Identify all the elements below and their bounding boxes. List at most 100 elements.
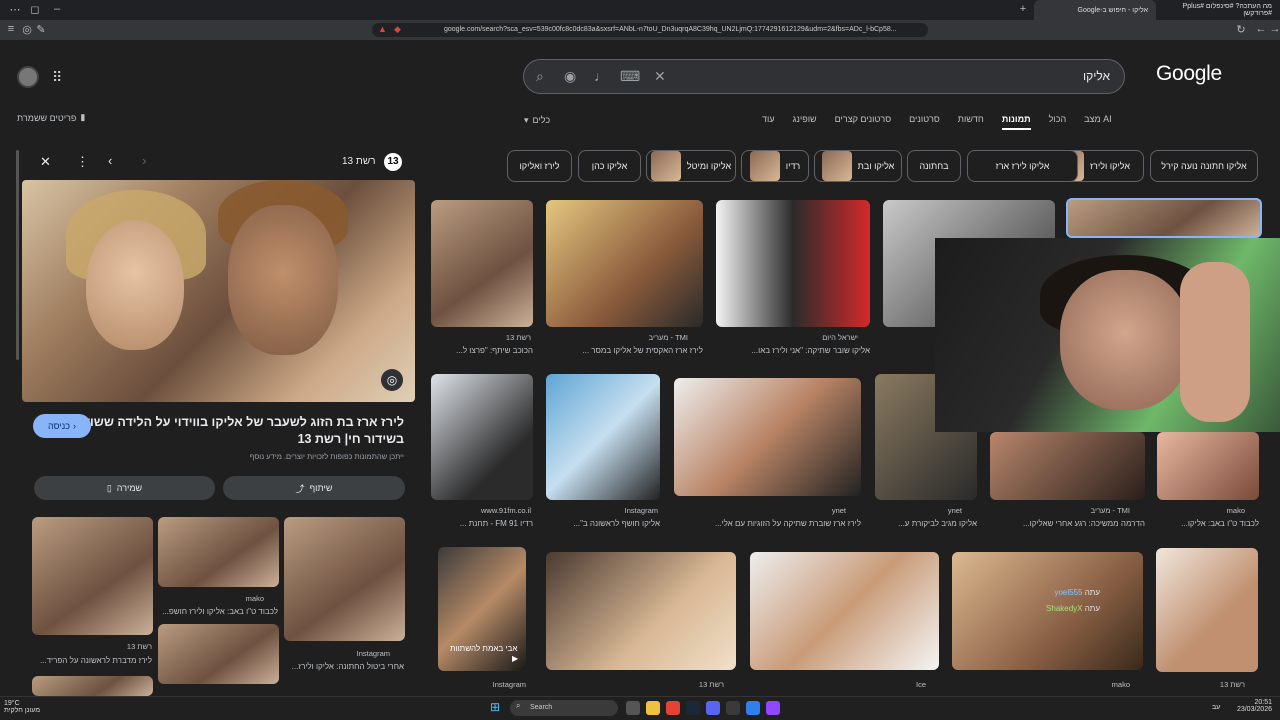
related-image[interactable]	[32, 517, 153, 635]
chip-suggestion[interactable]: אליקו חתונה נועה קירל	[1150, 150, 1258, 182]
google-logo[interactable]: Google	[1156, 62, 1222, 86]
result-image[interactable]	[431, 374, 533, 500]
chevron-left-icon[interactable]: ‹	[108, 153, 112, 168]
chip-suggestion[interactable]: בחתונה	[907, 150, 961, 182]
chip-suggestion[interactable]: לירז ואליקו	[507, 150, 572, 182]
tab-news[interactable]: חדשות	[958, 114, 984, 130]
discord-icon[interactable]	[706, 701, 720, 715]
lens-icon[interactable]: ◉	[564, 68, 576, 85]
related-image[interactable]	[158, 517, 279, 587]
brave-shield-icon[interactable]: ▲	[378, 24, 387, 34]
related-image[interactable]	[284, 517, 405, 641]
avatar[interactable]	[17, 66, 39, 88]
brave-icon[interactable]	[666, 701, 680, 715]
result-image[interactable]	[1156, 548, 1258, 672]
file-explorer-icon[interactable]	[646, 701, 660, 715]
extensions-icon[interactable]: ✎	[30, 23, 52, 36]
window-icon[interactable]: ◻	[24, 3, 46, 16]
result-caption[interactable]: לירז ארז האקסית של אליקו במסר ...	[548, 346, 703, 355]
bookmark-icon: ▯	[106, 482, 112, 493]
notification-icon[interactable]: ◆	[394, 24, 401, 35]
result-image[interactable]	[674, 378, 861, 496]
result-image[interactable]	[546, 552, 736, 670]
related-caption[interactable]: לירז מדברת לראשונה על הפריד...	[34, 656, 152, 665]
search-query[interactable]: אליקו	[1083, 69, 1110, 83]
chevron-right-icon[interactable]: ›	[142, 153, 146, 168]
result-image-selected[interactable]	[1066, 198, 1262, 238]
preview-title[interactable]: לירז ארז בת הזוג לשעבר של אליקו בווידוי …	[44, 414, 404, 448]
chip-suggestion[interactable]: אליקו לירז ארז	[967, 150, 1078, 182]
windows-start-icon[interactable]: ⊞	[490, 700, 500, 714]
share-button[interactable]: ⤴ שיתוף	[223, 476, 405, 500]
related-image[interactable]	[158, 624, 279, 684]
result-caption[interactable]: אליקו שובר שתיקה: "אני ולירז באו...	[718, 346, 870, 355]
lens-search-icon[interactable]: ◎	[381, 369, 403, 391]
result-image[interactable]	[546, 374, 660, 500]
panel-source-name[interactable]: רשת 13	[342, 156, 375, 167]
result-image[interactable]	[750, 552, 939, 670]
tab-youtube[interactable]: מה העתכה? #סינפלום #Pplus #פרודקשן	[1158, 0, 1280, 20]
result-source: ynet	[831, 506, 846, 515]
result-image[interactable]	[990, 432, 1145, 500]
panel-scrollbar[interactable]	[16, 150, 19, 360]
more-options-icon[interactable]: ⋮	[76, 154, 89, 170]
related-image[interactable]	[32, 676, 153, 696]
tab-all[interactable]: הכול	[1049, 114, 1067, 130]
result-image[interactable]	[1157, 432, 1259, 500]
chip-suggestion[interactable]: רדיו	[741, 150, 809, 182]
related-source: Instagram	[356, 649, 390, 658]
tab-shopping[interactable]: שופינג	[793, 114, 817, 130]
result-caption[interactable]: רדיו FM 91 - תחנת ...	[433, 519, 533, 528]
app-icon[interactable]	[746, 701, 760, 715]
search-box[interactable]: אליקו ⌕ ◉ ♩ ⌨ ✕	[523, 59, 1125, 94]
clear-icon[interactable]: ✕	[654, 68, 666, 85]
result-caption[interactable]: הדרמה ממשיכה: רגע אחרי שאליקו...	[992, 519, 1145, 528]
result-caption[interactable]: אליקו מגיב לביקורת ע...	[877, 519, 977, 528]
new-tab-icon[interactable]: +	[1012, 3, 1034, 15]
app-icon[interactable]	[726, 701, 740, 715]
saved-items-link[interactable]: פריטים ששמרת ▮	[17, 112, 85, 123]
mic-icon[interactable]: ♩	[594, 68, 608, 84]
tab-videos[interactable]: סרטונים	[909, 114, 940, 130]
tools-button[interactable]: ▾ כלים	[524, 115, 550, 126]
window-menu-icon[interactable]: ⋯	[4, 3, 26, 16]
result-caption[interactable]: הכוכב שיתף: "פרצו ל...	[433, 346, 533, 355]
forward-icon[interactable]: →	[1264, 23, 1280, 35]
result-caption[interactable]: לכבוד ט"ו באב: אליקו...	[1159, 519, 1259, 528]
search-icon[interactable]: ⌕	[536, 68, 544, 85]
result-image[interactable]	[431, 200, 533, 327]
related-caption[interactable]: לכבוד ט"ו באב: אליקו ולירז חושפ...	[160, 607, 278, 616]
tab-shorts[interactable]: סרטונים קצרים	[835, 114, 891, 130]
address-bar[interactable]: google.com/search?sca_esv=539c00fc8c0dc8…	[372, 23, 928, 37]
chip-suggestion[interactable]: אליקו כהן	[578, 150, 641, 182]
result-image[interactable]	[716, 200, 870, 327]
steam-icon[interactable]	[686, 701, 700, 715]
keyboard-icon[interactable]: ⌨	[620, 68, 640, 85]
tab-images[interactable]: תמונות	[1001, 114, 1031, 130]
result-caption[interactable]: לירז ארז שוברת שתיקה על הזוגיות עם אלי..…	[676, 519, 861, 528]
result-caption[interactable]: אליקו חושף לראשונה ב"...	[548, 519, 660, 528]
result-image[interactable]	[546, 200, 703, 327]
reload-icon[interactable]: ↻	[1230, 23, 1252, 36]
tab-google-search[interactable]: אליקו - חיפוש ב-Google	[1034, 0, 1156, 20]
tab-ai-mode[interactable]: מצב AI	[1084, 114, 1112, 130]
minimize-icon[interactable]: –	[46, 3, 68, 15]
clock[interactable]: 20:51 23/03/2026	[1232, 699, 1272, 713]
task-view-icon[interactable]	[626, 701, 640, 715]
related-caption[interactable]: אחרי ביטול החתונה: אליקו ולירז...	[286, 662, 404, 671]
taskbar-search[interactable]: Search	[510, 700, 618, 716]
chevron-down-icon: ▾	[524, 115, 529, 125]
weather-widget[interactable]: 19°C מעונן חלקית	[4, 700, 40, 714]
tab-more[interactable]: עוד	[762, 114, 775, 130]
chip-suggestion[interactable]: אליקו ומיטל	[646, 150, 736, 182]
apps-grid-icon[interactable]: ⠿	[52, 69, 62, 86]
saved-items-label: פריטים ששמרת	[17, 112, 77, 123]
chip-suggestion[interactable]: אליקו ובת	[814, 150, 902, 182]
twitch-icon[interactable]	[766, 701, 780, 715]
save-button[interactable]: ▯ שמירה	[34, 476, 215, 500]
webcam-detail	[1060, 270, 1190, 410]
clock-date: 23/03/2026	[1236, 706, 1272, 713]
visit-button[interactable]: כניסה ›	[33, 414, 91, 438]
close-icon[interactable]: ✕	[40, 154, 51, 170]
language-indicator[interactable]: עב	[1212, 704, 1220, 711]
